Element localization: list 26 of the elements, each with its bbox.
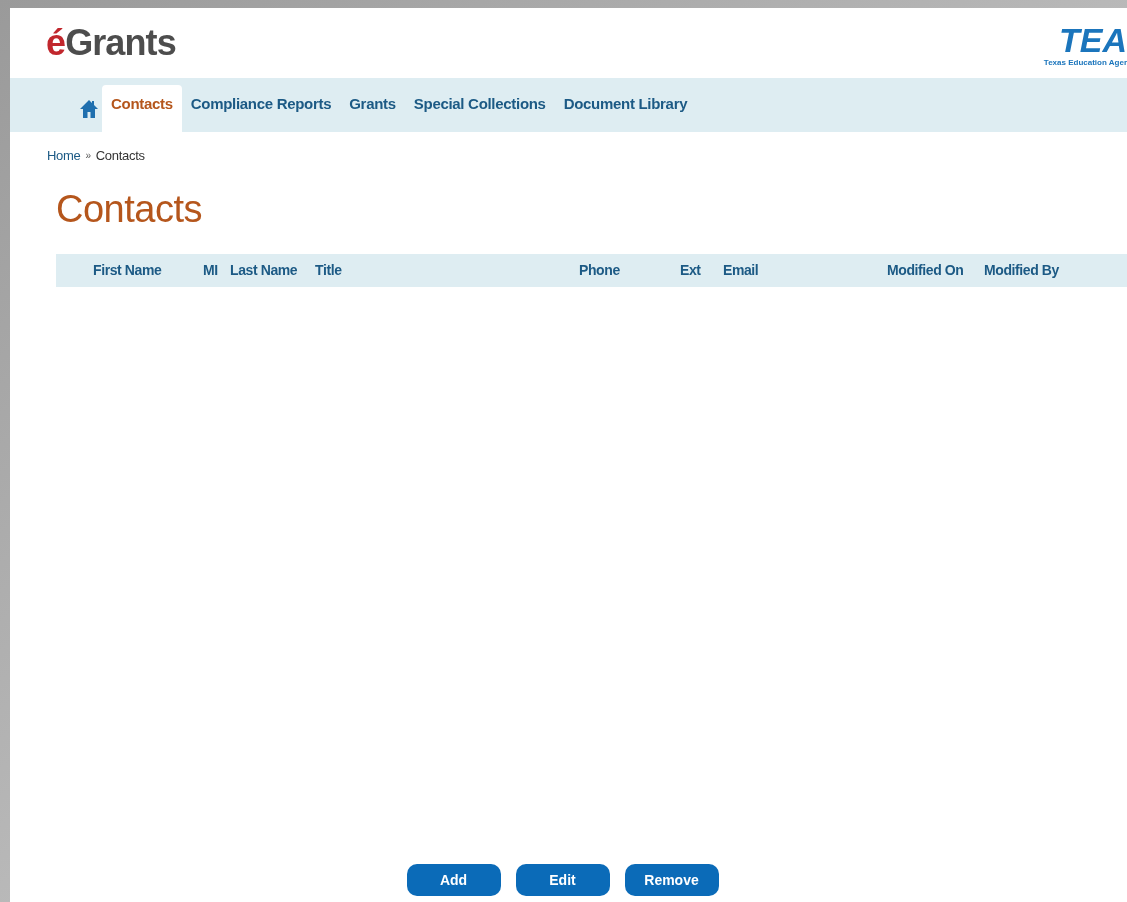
action-button[interactable]: Edit <box>515 864 610 896</box>
logo-accent: é <box>46 25 66 61</box>
column-header: Phone <box>579 260 621 280</box>
column-header: Modified On <box>887 260 965 280</box>
nav-tab[interactable]: Compliance Reports <box>181 85 341 132</box>
breadcrumb-current: Contacts <box>95 147 145 165</box>
action-button[interactable]: Remove <box>624 864 719 896</box>
nav-tab[interactable]: Grants <box>340 85 405 132</box>
column-header: Ext <box>680 260 702 280</box>
nav-tab[interactable]: Contacts <box>102 85 182 132</box>
column-header: Title <box>315 260 343 280</box>
action-button[interactable]: Add <box>406 864 501 896</box>
column-header: First Name <box>93 260 163 280</box>
agency-name: Texas Education Ager <box>1043 57 1127 69</box>
column-header: Modified By <box>984 260 1060 280</box>
column-header: MI <box>203 260 219 280</box>
home-icon <box>79 98 99 119</box>
nav-tab[interactable]: Special Collections <box>404 85 555 132</box>
breadcrumb-separator: » <box>85 149 91 164</box>
page-title: Contacts <box>55 189 203 228</box>
agency-mark: TEA <box>1059 23 1127 57</box>
nav-tab[interactable]: Document Library <box>554 85 697 132</box>
breadcrumb-link[interactable]: Home <box>47 146 81 166</box>
logo-text: Grants <box>65 25 176 61</box>
column-header: Email <box>723 260 760 280</box>
column-header: Last Name <box>230 260 299 280</box>
